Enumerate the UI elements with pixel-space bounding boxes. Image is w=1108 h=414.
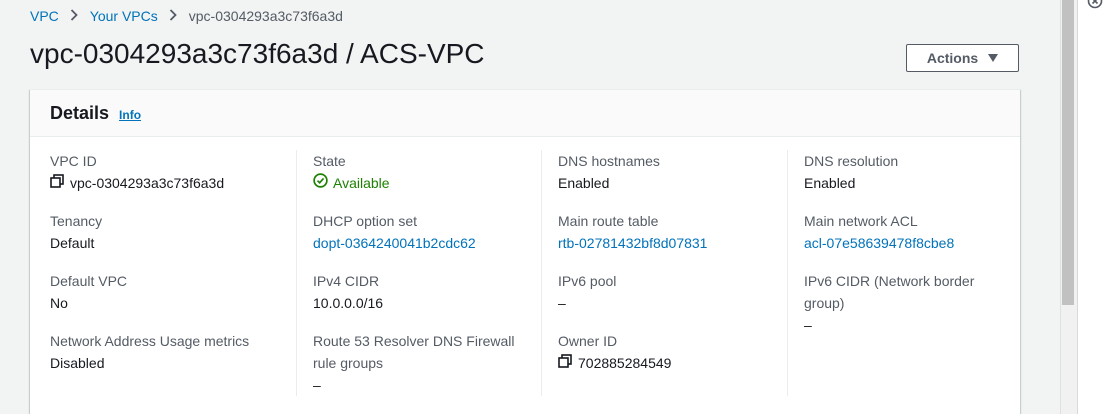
- route-table-link[interactable]: rtb-02781432bf8d07831: [558, 235, 707, 251]
- field-dns-resolution: DNS resolution Enabled: [804, 150, 1019, 194]
- close-icon[interactable]: [1087, 0, 1103, 14]
- field-label: State: [313, 153, 346, 169]
- field-value: vpc-0304293a3c73f6a3d: [50, 172, 275, 194]
- field-label-line-1: IPv6 CIDR (Network border: [804, 273, 975, 289]
- vpc-id-value: vpc-0304293a3c73f6a3d: [70, 175, 225, 191]
- field-value: –: [313, 377, 321, 393]
- field-label: Network Address Usage metrics: [50, 333, 250, 349]
- chevron-right-icon: [70, 8, 78, 24]
- field-value: 10.0.0.0/16: [313, 295, 384, 311]
- field-default-vpc: Default VPC No: [50, 270, 275, 314]
- caret-down-icon: [988, 54, 999, 62]
- details-heading: Details: [50, 102, 110, 123]
- dhcp-option-link[interactable]: dopt-0364240041b2cdc62: [313, 235, 476, 251]
- chevron-right-icon: [169, 8, 177, 24]
- field-dns-hostnames: DNS hostnames Enabled: [558, 150, 783, 194]
- details-column-3: DNS hostnames Enabled Main route table r…: [541, 150, 767, 396]
- field-label: IPv6 pool: [558, 273, 617, 289]
- field-value: –: [558, 295, 566, 311]
- field-value: Disabled: [50, 355, 105, 371]
- breadcrumb-current: vpc-0304293a3c73f6a3d: [188, 8, 343, 24]
- field-label: DNS resolution: [804, 153, 899, 169]
- details-column-2: State Available DHCP option set dopt-036…: [296, 150, 522, 396]
- field-value: –: [804, 317, 812, 333]
- field-label: IPv4 CIDR: [313, 273, 380, 289]
- owner-id-value: 702885284549: [578, 355, 672, 371]
- details-column-1: VPC ID vpc-0304293a3c73f6a3d Tenancy Def…: [50, 150, 275, 396]
- actions-dropdown-button[interactable]: Actions: [906, 44, 1019, 72]
- copy-icon[interactable]: [50, 172, 64, 194]
- field-label-line-2: group): [804, 295, 845, 311]
- field-r53-firewall: Route 53 Resolver DNS Firewall rule grou…: [313, 330, 538, 396]
- field-value: Enabled: [804, 175, 856, 191]
- details-panel: Details Info VPC ID vpc-0304293a3c73f6a3…: [30, 89, 1020, 414]
- vpc-detail-page: VPC Your VPCs vpc-0304293a3c73f6a3d vpc-…: [0, 0, 1108, 414]
- breadcrumb-your-vpcs[interactable]: Your VPCs: [90, 8, 158, 24]
- field-label: DNS hostnames: [558, 153, 660, 169]
- field-value: Available: [313, 172, 538, 194]
- breadcrumb-vpc[interactable]: VPC: [30, 8, 59, 24]
- field-label: DHCP option set: [313, 213, 418, 229]
- field-value: Default: [50, 235, 95, 251]
- field-label: Tenancy: [50, 213, 103, 229]
- field-label: Main route table: [558, 213, 659, 229]
- field-ipv6-cidr: IPv6 CIDR (Network border group) –: [804, 270, 1019, 336]
- details-header: Details Info: [30, 90, 1020, 137]
- field-value: No: [50, 295, 68, 311]
- field-label: VPC ID: [50, 153, 97, 169]
- field-tenancy: Tenancy Default: [50, 210, 275, 254]
- field-label: Owner ID: [558, 333, 618, 349]
- field-label-line-1: Route 53 Resolver DNS Firewall: [313, 333, 515, 349]
- copy-icon[interactable]: [558, 352, 572, 374]
- scrollbar-thumb[interactable]: [1062, 0, 1074, 305]
- page-title: vpc-0304293a3c73f6a3d / ACS-VPC: [30, 38, 485, 69]
- field-label: Default VPC: [50, 273, 128, 289]
- field-main-route-table: Main route table rtb-02781432bf8d07831: [558, 210, 783, 254]
- field-nau-metrics: Network Address Usage metrics Disabled: [50, 330, 275, 374]
- field-ipv4-cidr: IPv4 CIDR 10.0.0.0/16: [313, 270, 538, 314]
- field-label: Main network ACL: [804, 213, 918, 229]
- actions-label: Actions: [926, 50, 979, 66]
- field-ipv6-pool: IPv6 pool –: [558, 270, 783, 314]
- info-link[interactable]: Info: [119, 108, 141, 122]
- field-value: Enabled: [558, 175, 610, 191]
- field-owner-id: Owner ID 702885284549: [558, 330, 783, 374]
- field-value: 702885284549: [558, 352, 783, 374]
- field-dhcp: DHCP option set dopt-0364240041b2cdc62: [313, 210, 538, 254]
- details-grid: VPC ID vpc-0304293a3c73f6a3d Tenancy Def…: [30, 150, 1020, 414]
- network-acl-link[interactable]: acl-07e58639478f8cbe8: [804, 235, 954, 251]
- check-circle-icon: [313, 172, 328, 194]
- field-vpc-id: VPC ID vpc-0304293a3c73f6a3d: [50, 150, 275, 194]
- breadcrumb: VPC Your VPCs vpc-0304293a3c73f6a3d: [30, 6, 343, 26]
- field-main-network-acl: Main network ACL acl-07e58639478f8cbe8: [804, 210, 1019, 254]
- details-column-4: DNS resolution Enabled Main network ACL …: [787, 150, 1003, 396]
- field-label-line-2: rule groups: [313, 355, 384, 371]
- state-value: Available: [333, 175, 390, 191]
- help-side-panel: [1077, 0, 1108, 414]
- field-state: State Available: [313, 150, 538, 194]
